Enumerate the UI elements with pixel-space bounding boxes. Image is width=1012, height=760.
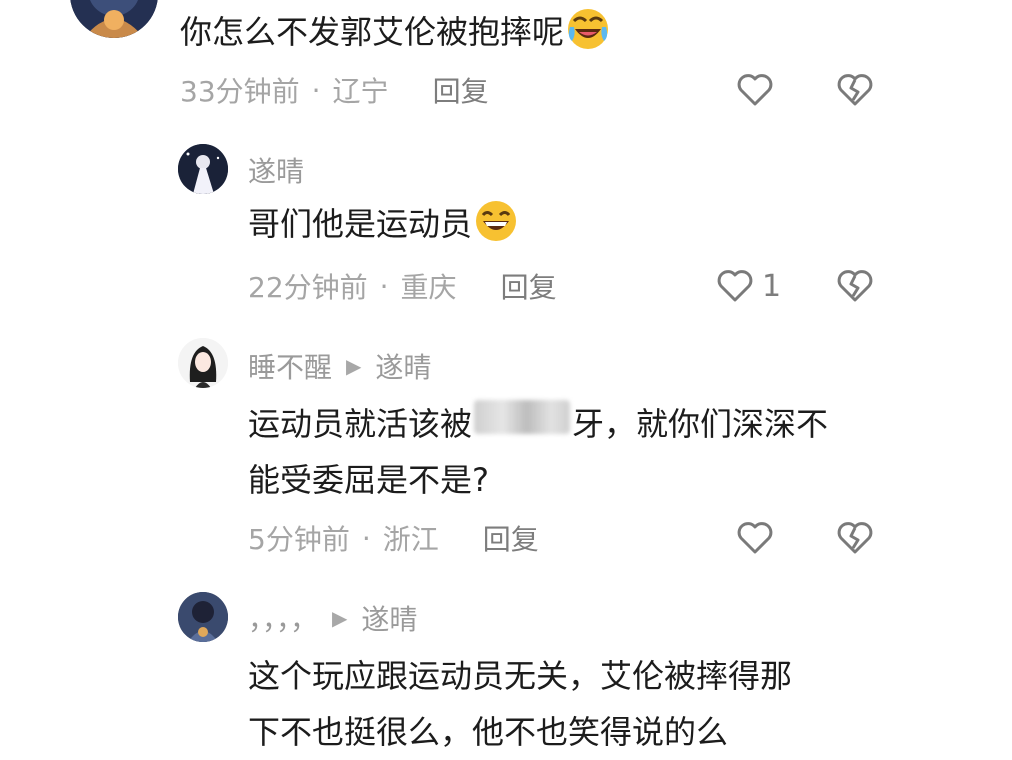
blurred-text: xx xyxy=(474,400,571,434)
comment-meta: 33分钟前 · 辽宁 回复 xyxy=(180,70,489,110)
comment-time: 33分钟前 xyxy=(180,75,300,108)
like-button[interactable] xyxy=(734,517,776,559)
avatar[interactable] xyxy=(178,144,228,194)
heart-outline-icon xyxy=(737,74,773,106)
play-triangle-icon: ▶ xyxy=(332,606,348,630)
comment-line: 运动员就活该被xx牙，就你们深深不 xyxy=(248,396,828,452)
broken-heart-icon xyxy=(837,270,873,302)
author-name[interactable]: ，，，， xyxy=(248,598,318,638)
comment-location: 辽宁 xyxy=(332,75,389,108)
grinning-emoji-icon xyxy=(476,201,517,241)
separator: · xyxy=(361,521,371,555)
comment-line: 下不也挺很么，他不也笑得说的么 xyxy=(248,713,729,751)
avatar[interactable] xyxy=(70,0,158,38)
broken-heart-icon xyxy=(837,522,873,554)
comment-text: 这个玩应跟运动员无关，艾伦被摔得那 下不也挺很么，他不也笑得说的么 xyxy=(248,648,792,760)
user-name: ，，，， ▶ 遂晴 xyxy=(248,598,417,638)
reply-item: 遂晴 哥们他是运动员 22分钟前 · 重庆 回复 1 xyxy=(0,140,1012,310)
comment-location: 重庆 xyxy=(400,271,457,304)
comment-time: 5分钟前 xyxy=(248,523,350,556)
like-count: 1 xyxy=(762,268,782,304)
author-name[interactable]: 睡不醒 xyxy=(248,346,332,386)
comment-text: 哥们他是运动员 xyxy=(248,196,518,252)
reply-button[interactable]: 回复 xyxy=(433,70,489,110)
like-button[interactable] xyxy=(714,265,756,307)
dislike-button[interactable] xyxy=(834,69,876,111)
comment-text: 你怎么不发郭艾伦被抱摔呢 xyxy=(180,4,610,60)
avatar[interactable] xyxy=(178,338,228,388)
rolling-laughing-emoji-icon xyxy=(568,9,609,49)
broken-heart-icon xyxy=(837,74,873,106)
reply-to-name[interactable]: 遂晴 xyxy=(361,598,417,638)
comment-line: 这个玩应跟运动员无关，艾伦被摔得那 xyxy=(248,657,793,695)
comment-time: 22分钟前 xyxy=(248,271,368,304)
dislike-button[interactable] xyxy=(834,517,876,559)
comment-line: 能受委屈是不是? xyxy=(248,461,489,499)
comment-item: 你怎么不发郭艾伦被抱摔呢 33分钟前 · 辽宁 回复 xyxy=(0,0,1012,120)
reply-button[interactable]: 回复 xyxy=(501,266,557,306)
reply-to-name[interactable]: 遂晴 xyxy=(375,346,431,386)
reply-item: ，，，， ▶ 遂晴 这个玩应跟运动员无关，艾伦被摔得那 下不也挺很么，他不也笑得… xyxy=(0,590,1012,759)
reply-button[interactable]: 回复 xyxy=(483,518,539,558)
user-name: 睡不醒 ▶ 遂晴 xyxy=(248,346,431,386)
comment-text: 运动员就活该被xx牙，就你们深深不 能受委屈是不是? xyxy=(248,396,828,508)
reply-item: 睡不醒 ▶ 遂晴 运动员就活该被xx牙，就你们深深不 能受委屈是不是? 5分钟前… xyxy=(0,336,1012,566)
comment-meta: 22分钟前 · 重庆 回复 xyxy=(248,266,557,306)
dislike-button[interactable] xyxy=(834,265,876,307)
like-button[interactable] xyxy=(734,69,776,111)
separator: · xyxy=(379,269,389,303)
comment-location: 浙江 xyxy=(382,523,439,556)
heart-outline-icon xyxy=(737,522,773,554)
user-name[interactable]: 遂晴 xyxy=(248,150,304,190)
avatar[interactable] xyxy=(178,592,228,642)
play-triangle-icon: ▶ xyxy=(346,354,362,378)
comment-meta: 5分钟前 · 浙江 回复 xyxy=(248,518,539,558)
heart-outline-icon xyxy=(717,270,753,302)
separator: · xyxy=(311,73,321,107)
